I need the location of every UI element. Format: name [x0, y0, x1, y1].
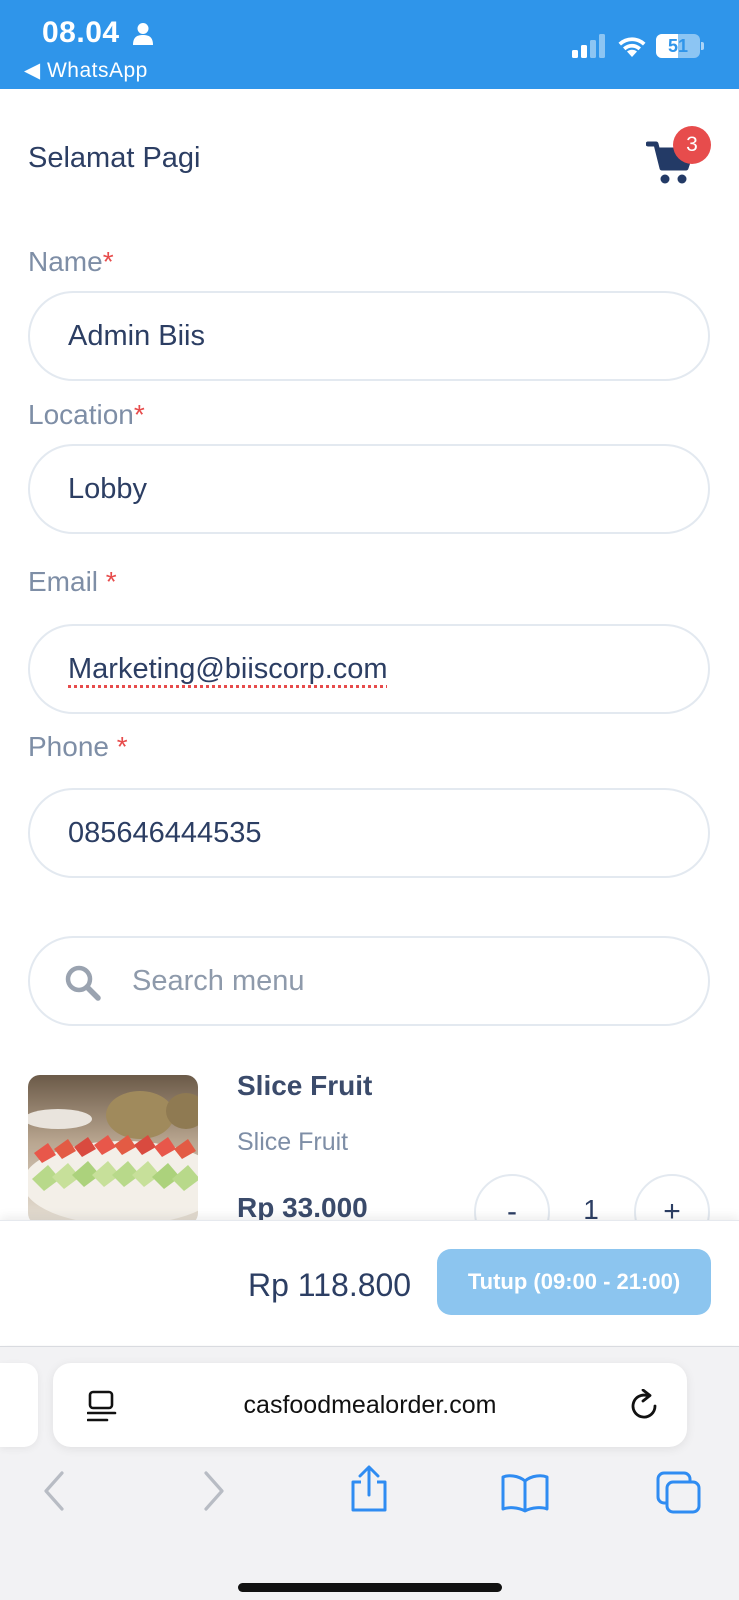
back-icon[interactable]: [40, 1471, 70, 1511]
page-menu-icon[interactable]: [87, 1390, 117, 1422]
email-field[interactable]: Marketing@biiscorp.com: [28, 624, 710, 714]
phone-label: Phone *: [28, 731, 128, 762]
cart-count-badge: 3: [673, 126, 711, 164]
email-field-value: Marketing@biiscorp.com: [68, 653, 388, 685]
menu-item: Slice Fruit Slice Fruit Rp 33.000 - 1 +: [0, 1070, 739, 1220]
required-mark: *: [102, 246, 114, 277]
phone-field[interactable]: 085646444535: [28, 788, 710, 878]
url-text: casfoodmealorder.com: [243, 1391, 497, 1419]
order-bar: Rp 118.800 Tutup (09:00 - 21:00): [0, 1220, 739, 1345]
status-time: 08.04: [42, 16, 120, 49]
browser-chrome: casfoodmealorder.com: [0, 1346, 739, 1600]
signal-icon: [572, 34, 605, 58]
wifi-icon: [618, 37, 646, 57]
battery-icon: 51: [656, 34, 704, 58]
name-field[interactable]: Admin Biis: [28, 291, 710, 381]
reload-icon[interactable]: [629, 1389, 661, 1423]
search-input[interactable]: Search menu: [28, 936, 710, 1026]
email-label: Email *: [28, 566, 117, 597]
forward-icon[interactable]: [198, 1471, 228, 1511]
quantity-value: 1: [583, 1194, 599, 1220]
menu-item-image[interactable]: [28, 1075, 198, 1220]
share-icon[interactable]: [348, 1465, 390, 1513]
required-mark: *: [116, 731, 128, 762]
required-mark: *: [105, 566, 117, 597]
required-mark: *: [133, 399, 145, 430]
bookmarks-icon[interactable]: [500, 1473, 550, 1513]
greeting-text: Selamat Pagi: [28, 142, 201, 174]
order-total: Rp 118.800: [248, 1267, 412, 1303]
location-field-value: Lobby: [68, 473, 148, 505]
location-field[interactable]: Lobby: [28, 444, 710, 534]
menu-item-description: Slice Fruit: [237, 1128, 349, 1156]
menu-item-name: Slice Fruit: [237, 1070, 373, 1101]
battery-level: 51: [667, 36, 689, 56]
back-to-whatsapp-link[interactable]: ◀ WhatsApp: [24, 58, 148, 83]
search-icon: [65, 965, 101, 1001]
increase-quantity-button[interactable]: +: [634, 1174, 710, 1220]
home-indicator: [238, 1583, 502, 1592]
search-placeholder: Search menu: [132, 965, 305, 997]
address-bar[interactable]: casfoodmealorder.com: [53, 1363, 687, 1447]
status-bar: 08.04 ◀ WhatsApp 51: [0, 0, 739, 89]
person-icon: [133, 23, 153, 45]
previous-tab-preview[interactable]: [0, 1363, 38, 1447]
store-closed-button[interactable]: Tutup (09:00 - 21:00): [437, 1249, 711, 1315]
phone-field-value: 085646444535: [68, 817, 262, 849]
decrease-quantity-button[interactable]: -: [474, 1174, 550, 1220]
name-label: Name*: [28, 246, 114, 277]
location-label: Location*: [28, 399, 145, 430]
name-field-value: Admin Biis: [68, 320, 205, 352]
menu-item-price: Rp 33.000: [237, 1192, 368, 1220]
tabs-icon[interactable]: [656, 1471, 702, 1515]
